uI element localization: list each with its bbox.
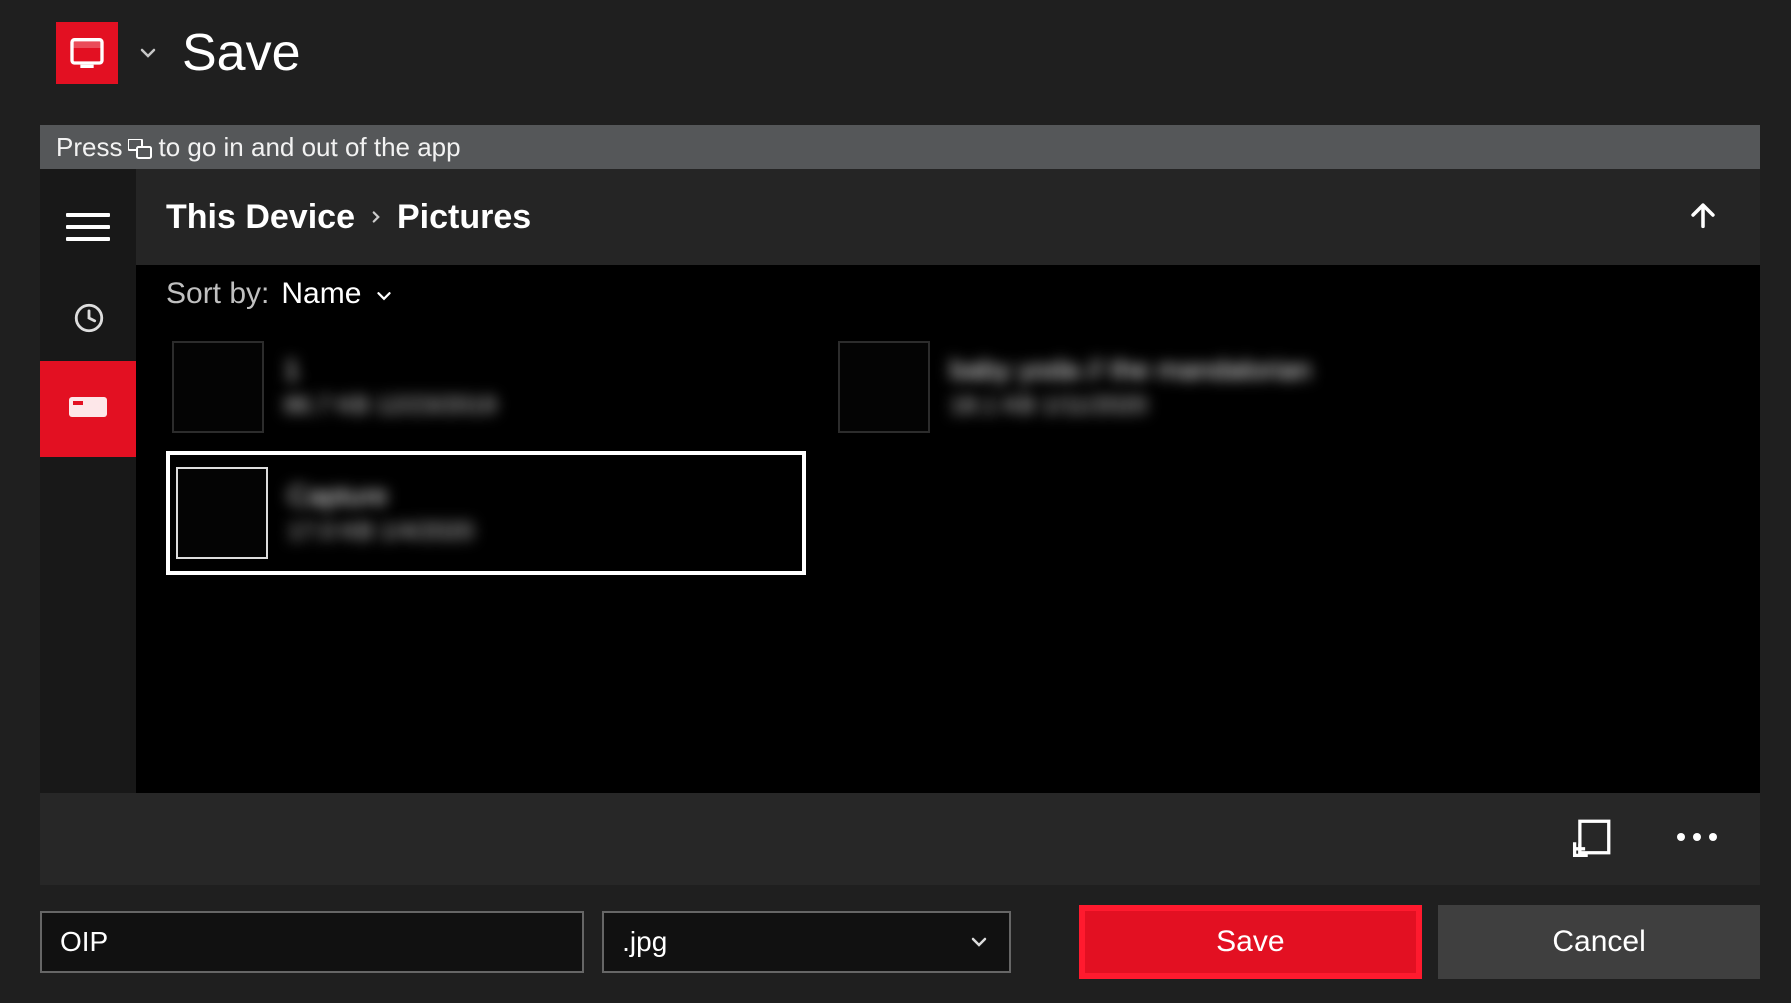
- breadcrumb-root[interactable]: This Device: [166, 198, 355, 237]
- hint-suffix: to go in and out of the app: [158, 132, 460, 163]
- file-meta: 86.7 KB 12/23/2019: [284, 392, 496, 420]
- window-title: Save: [182, 23, 301, 83]
- file-item[interactable]: 1 86.7 KB 12/23/2019: [166, 333, 806, 441]
- app-storage-icon: [56, 22, 118, 84]
- more-options-button[interactable]: [1674, 830, 1720, 849]
- save-row: .jpg Save Cancel: [40, 905, 1760, 979]
- file-meta: 18.1 KB 1/11/2020: [950, 392, 1311, 420]
- file-item[interactable]: baby yoda // the mandalorian 18.1 KB 1/1…: [832, 333, 1472, 441]
- controller-hint-bar: Press to go in and out of the app: [40, 125, 1760, 169]
- this-device-rail-item[interactable]: [40, 361, 136, 457]
- cancel-button[interactable]: Cancel: [1438, 905, 1760, 979]
- file-browser-area: This Device Pictures Sort by: Name 1: [40, 169, 1760, 793]
- file-thumbnail: [176, 467, 268, 559]
- view-button-icon: [128, 132, 152, 163]
- filename-input[interactable]: [40, 911, 584, 973]
- file-grid: 1 86.7 KB 12/23/2019 baby yoda // the ma…: [166, 333, 1756, 575]
- file-extension-dropdown[interactable]: .jpg: [602, 911, 1010, 973]
- file-name: Capture: [288, 480, 473, 512]
- file-thumbnail: [172, 341, 264, 433]
- file-name: baby yoda // the mandalorian: [950, 354, 1311, 386]
- save-button[interactable]: Save: [1079, 905, 1423, 979]
- breadcrumb-leaf[interactable]: Pictures: [397, 198, 531, 237]
- breadcrumb[interactable]: This Device Pictures: [166, 198, 531, 237]
- hint-prefix: Press: [56, 132, 122, 163]
- title-dropdown-chevron-icon[interactable]: [132, 37, 164, 69]
- location-rail: [40, 169, 136, 793]
- chevron-down-icon: [967, 930, 991, 954]
- file-item-selected[interactable]: Capture 17.0 KB 1/4/2020: [166, 451, 806, 575]
- file-thumbnail: [838, 341, 930, 433]
- file-meta: 17.0 KB 1/4/2020: [288, 518, 473, 546]
- new-folder-button[interactable]: [1572, 816, 1614, 863]
- recent-icon[interactable]: [72, 301, 106, 340]
- file-extension-value: .jpg: [622, 926, 667, 958]
- hamburger-menu-button[interactable]: [66, 205, 110, 249]
- footer-toolbar: [40, 793, 1760, 885]
- sort-value: Name: [281, 277, 361, 311]
- go-up-button[interactable]: [1676, 188, 1730, 247]
- sort-by-dropdown[interactable]: Sort by: Name: [136, 265, 1760, 311]
- sort-label: Sort by:: [166, 277, 269, 311]
- file-name: 1: [284, 354, 496, 386]
- chevron-down-icon: [373, 285, 395, 307]
- chevron-right-icon: [367, 202, 385, 233]
